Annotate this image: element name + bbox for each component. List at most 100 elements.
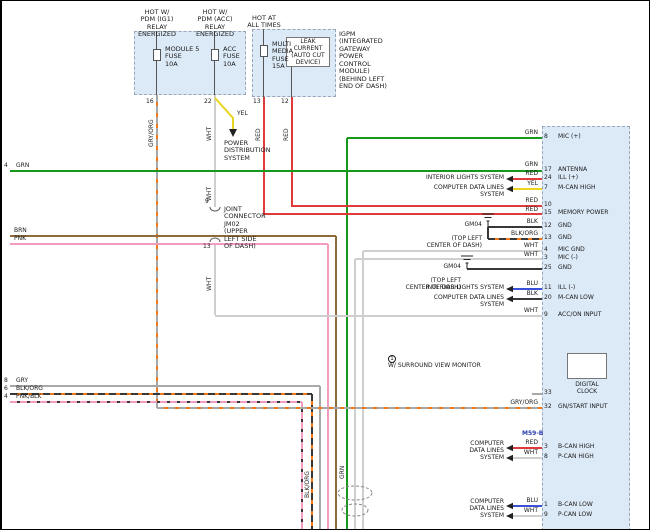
- hu-pin-num: 3: [544, 255, 548, 262]
- hu-pin-num: 10: [544, 202, 552, 209]
- wire-label-wht-v1: WHT: [206, 127, 213, 141]
- hu-wire-color: WHT: [506, 243, 538, 250]
- system-ref-interior-lights-2: INTERIOR LIGHTS SYSTEM: [422, 285, 504, 292]
- hu-wire-color: RED: [506, 171, 538, 178]
- wiring-diagram-page: HOT W/ PDM (IG1) RELAY ENERGIZED HOT W/ …: [0, 0, 650, 530]
- hu-wire-color: RED: [506, 198, 538, 205]
- hu-wire-color: YEL: [506, 181, 538, 188]
- hu-pin-label: GND: [558, 223, 572, 230]
- jm02-connector-arc-bottom: [210, 238, 220, 242]
- hu-pin-num: 8: [544, 454, 548, 461]
- left-color-pnk: PNK: [14, 236, 26, 243]
- note-text: W/ SURROUND VIEW MONITOR: [388, 362, 481, 369]
- hu-pin-label: P-CAN LOW: [558, 512, 592, 519]
- hu-pin-label: M-CAN LOW: [558, 295, 594, 302]
- hu-wire-color: GRN: [506, 162, 538, 169]
- hu-pin-label: ILL (-): [558, 285, 575, 292]
- hu-pin-num: 1: [544, 502, 548, 509]
- hu-pin-label: P-CAN HIGH: [558, 454, 594, 461]
- hu-pin-num: 24: [544, 175, 552, 182]
- wire-label-wht-v3: WHT: [206, 277, 213, 291]
- jm02-pin-bottom: 13: [203, 244, 211, 251]
- hu-pin-label: MIC (-): [558, 255, 578, 262]
- ground-gm04-ref-1: GM04 (TOP LEFT CENTER OF DASH): [420, 215, 482, 249]
- hu-pin-num: 32: [544, 404, 552, 411]
- left-color-blkorg: BLK/ORG: [16, 386, 43, 393]
- hu-wire-color: BLK: [506, 219, 538, 226]
- hu-pin-num: 12: [544, 223, 552, 230]
- hot-label-ig1: HOT W/ PDM (IG1) RELAY ENERGIZED: [127, 9, 187, 39]
- hu-pin-num: 9: [544, 312, 548, 319]
- fuse-pin-16: 16: [146, 99, 154, 106]
- hu-pin-num: 17: [544, 167, 552, 174]
- hu-wire-color: WHT: [506, 252, 538, 259]
- hu-wire-color: WHT: [506, 450, 538, 457]
- fuse-module5-label: MODULE 5 FUSE 10A: [165, 46, 199, 68]
- hu-wire-color: GRN: [506, 130, 538, 137]
- hu-pin-label: MIC (+): [558, 134, 581, 141]
- inline-connector-oval-1: [338, 486, 372, 500]
- fuse-pin-13: 13: [253, 99, 261, 106]
- hu-pin-label: B-CAN HIGH: [558, 444, 594, 451]
- hu-pin-label: MEMORY POWER: [558, 210, 608, 217]
- system-ref-computer-data-2: COMPUTER DATA LINES SYSTEM: [408, 295, 504, 309]
- hu-pin-label: ACC/ON INPUT: [558, 312, 601, 319]
- fuse-pin-22: 22: [204, 99, 212, 106]
- wire-yel-branch: [215, 98, 233, 129]
- ground-location: (TOP LEFT CENTER OF DASH): [427, 235, 482, 249]
- wire-label-yel: YEL: [237, 111, 248, 118]
- left-pin-gry: 8: [4, 378, 8, 385]
- system-ref-computer-data-4: COMPUTER DATA LINES SYSTEM: [448, 499, 504, 520]
- left-pin-grn: 4: [4, 163, 8, 170]
- jm02-label: JOINT CONNECTOR JM02 (UPPER LEFT SIDE OF…: [224, 206, 266, 251]
- jm02-connector-arc-top: [210, 207, 220, 211]
- ground-name: GM04: [444, 263, 461, 270]
- ground-symbol-gm04-1: [482, 214, 494, 227]
- hot-label-allt: HOT AT ALL TIMES: [242, 15, 286, 30]
- hu-wire-color: WHT: [506, 308, 538, 315]
- left-color-grn: GRN: [16, 163, 29, 170]
- leak-current-label: LEAK CURRENT (AUTO CUT DEVICE): [287, 39, 329, 67]
- hu-pin-num: 25: [544, 265, 552, 272]
- hu-pin-label: GND: [558, 235, 572, 242]
- note-surround-view: 1 W/ SURROUND VIEW MONITOR: [388, 348, 481, 370]
- hu-pin-num: 4: [544, 247, 548, 254]
- hu-wire-color: WHT: [506, 508, 538, 515]
- hu-pin-label: GN/START INPUT: [558, 404, 608, 411]
- wire-label-blkorg-v: BLK/ORG: [304, 471, 311, 498]
- left-color-gry: GRY: [16, 378, 28, 385]
- hu-pin-num: 20: [544, 295, 552, 302]
- hu-pin-label: ILL (+): [558, 175, 578, 182]
- hu-wire-color: RED: [506, 440, 538, 447]
- digital-clock-label: DIGITAL CLOCK: [561, 382, 613, 396]
- left-pin-blkorg: 6: [4, 386, 8, 393]
- hu-wire-color: BLK/ORG: [506, 231, 538, 238]
- hu-pin-label: ANTENNA: [558, 167, 587, 174]
- arrow-down-power-dist: [229, 129, 237, 137]
- hu-wire-color: BLU: [506, 498, 538, 505]
- hu-pin-num: 7: [544, 185, 548, 192]
- system-ref-computer-data-3: COMPUTER DATA LINES SYSTEM: [448, 441, 504, 462]
- hu-pin-label: GND: [558, 265, 572, 272]
- fuse-acc-label: ACC FUSE 10A: [223, 46, 240, 68]
- hu-wire-color: BLK: [506, 291, 538, 298]
- ground-symbol-gm04-2: [461, 256, 473, 269]
- connector-m59b: M59-B: [522, 431, 543, 438]
- hu-pin-num: 8: [544, 134, 548, 141]
- hu-pin-num: 9: [544, 512, 548, 519]
- system-ref-computer-data-1: COMPUTER DATA LINES SYSTEM: [408, 185, 504, 199]
- power-distribution-system-ref: POWER DISTRIBUTION SYSTEM: [224, 140, 271, 162]
- wire-label-red-v2: RED: [283, 128, 290, 141]
- hot-label-acc: HOT W/ PDM (ACC) RELAY ENERGIZED: [185, 9, 245, 39]
- hu-wire-color: RED: [506, 207, 538, 214]
- diagram-symbols: [2, 1, 650, 530]
- jm02-pin-top: 9: [205, 199, 209, 206]
- wire-label-gryorg-v: GRY/ORG: [148, 119, 155, 147]
- hu-pin-label: MIC GND: [558, 247, 585, 254]
- hu-pin-num: 15: [544, 210, 552, 217]
- digital-clock-box: [567, 353, 607, 379]
- hu-pin-num: 3: [544, 444, 548, 451]
- left-pin-pnkblk: 4: [4, 394, 8, 401]
- left-color-brn: BRN: [14, 228, 27, 235]
- hu-pin-label: B-CAN LOW: [558, 502, 593, 509]
